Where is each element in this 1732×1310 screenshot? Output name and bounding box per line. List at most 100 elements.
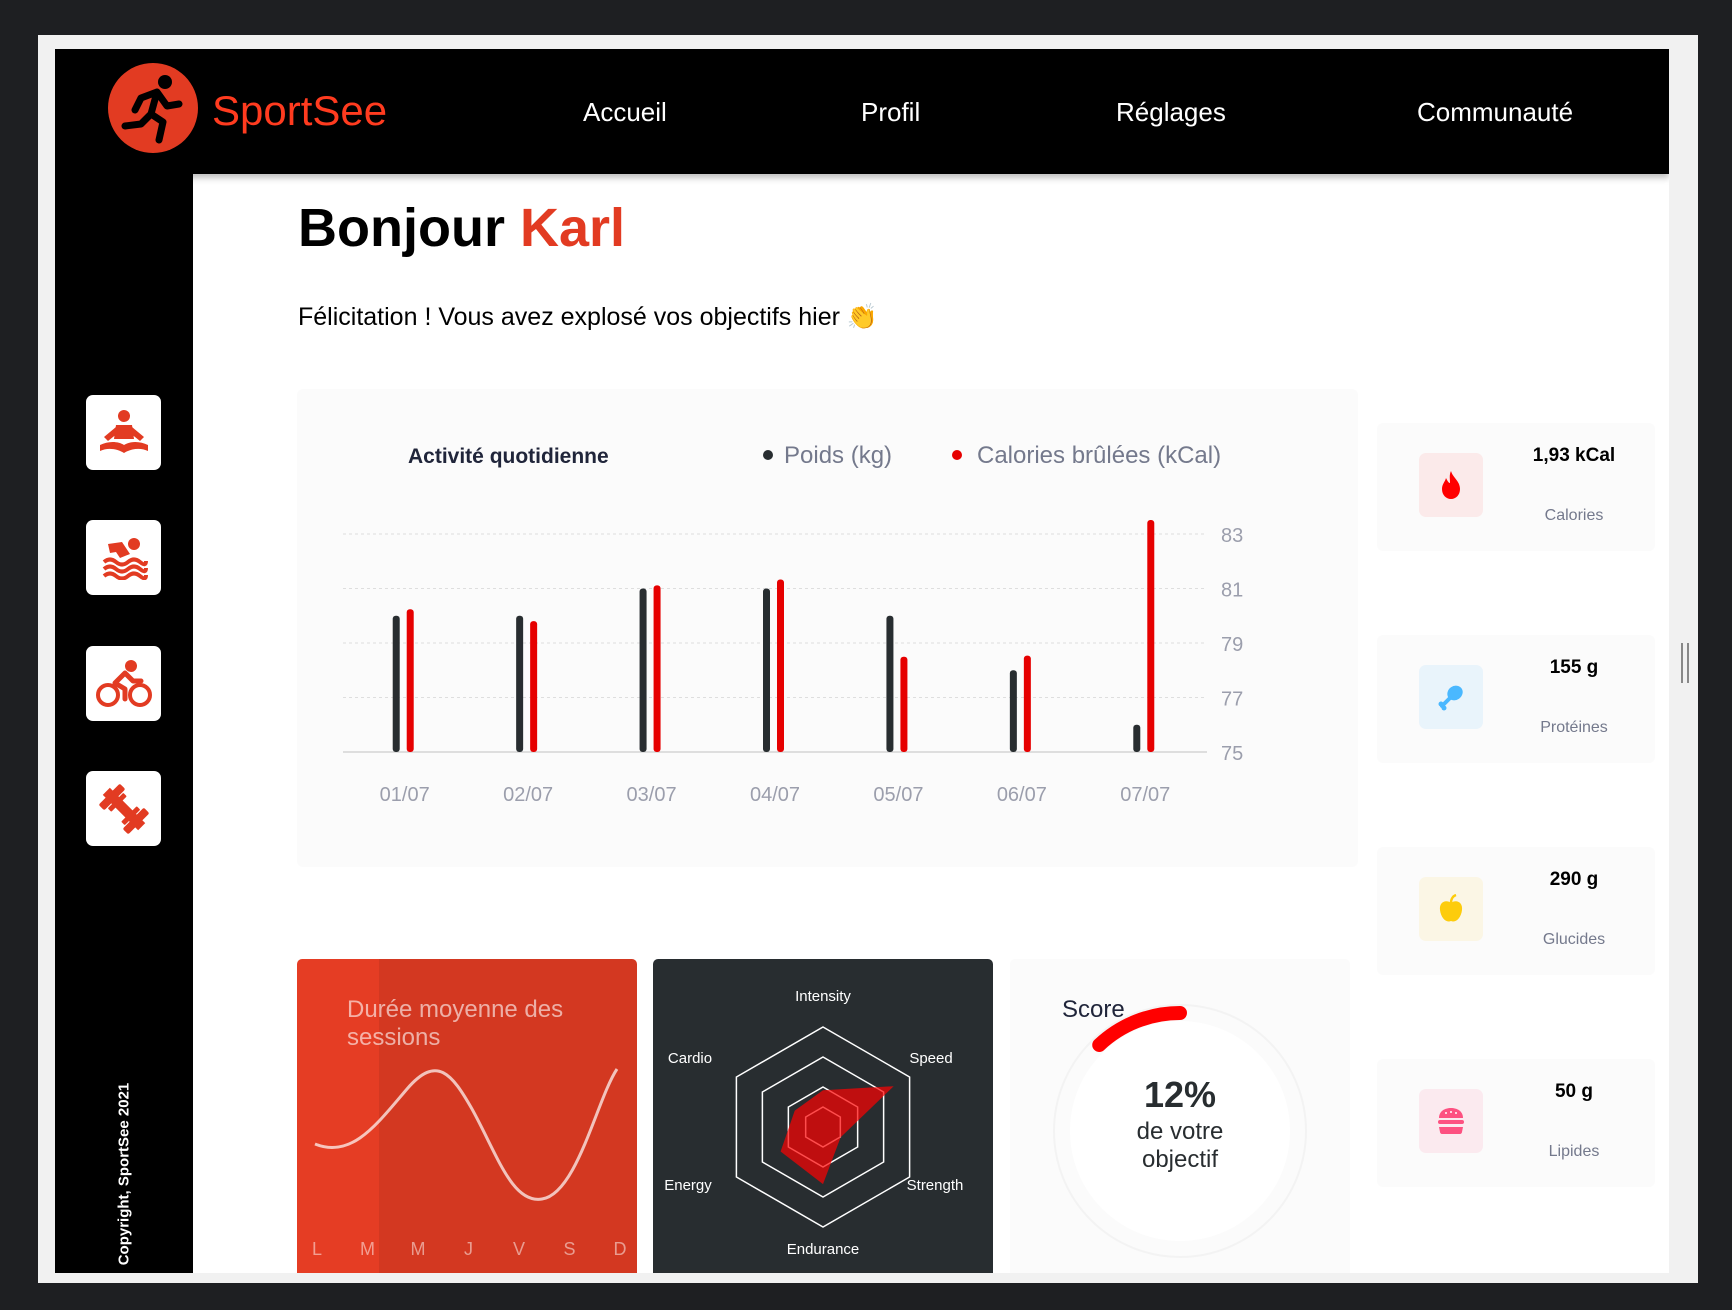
score-caption-line2: objectif (1142, 1146, 1218, 1173)
weight-bar (516, 615, 524, 752)
x-tick-label: 02/07 (503, 784, 553, 806)
sessions-title-line: sessions (347, 1024, 440, 1051)
calories-icon-box (1419, 453, 1483, 517)
radar-axis-label: Strength (907, 1177, 964, 1194)
radar-axis-label: Energy (664, 1177, 712, 1194)
radar-axis-label: Intensity (795, 988, 851, 1005)
sessions-title-line: Durée moyenne des (347, 996, 563, 1023)
lipids-icon-box (1419, 1089, 1483, 1153)
proteins-icon-box (1419, 665, 1483, 729)
day-label: S (563, 1239, 575, 1259)
performance-radar-svg: Intensity Speed Strength Endurance Energy Car… (664, 988, 964, 1258)
day-label: D (614, 1239, 627, 1259)
y-tick-label: 75 (1221, 743, 1243, 765)
apple-icon (1439, 894, 1463, 922)
nav-profil[interactable]: Profil (861, 97, 920, 128)
congratulation-message: Félicitation ! Vous avez explosé vos obj… (298, 303, 879, 331)
calories-bar (530, 621, 538, 752)
nav-accueil[interactable]: Accueil (583, 97, 667, 128)
legend-weight-label: Poids (kg) (784, 442, 892, 469)
weight-bar (886, 615, 894, 752)
calories-bar (1023, 655, 1031, 752)
proteins-value: 155 g (1549, 657, 1599, 678)
weight-bar (392, 615, 400, 752)
calories-label: Calories (1544, 507, 1604, 524)
window-resize-handle[interactable] (1681, 643, 1689, 683)
page-title: Bonjour Karl (298, 197, 625, 259)
score-caption-line1: de votre (1137, 1118, 1224, 1145)
copyright-text: Copyright, SportSee 2021 (115, 1082, 133, 1266)
proteins-card: 155 g Protéines (1377, 635, 1655, 763)
dumbbell-icon (98, 783, 149, 834)
legend-weight-dot (763, 450, 773, 460)
carbs-label: Glucides (1542, 931, 1606, 948)
burger-icon (1438, 1108, 1464, 1134)
y-tick-label: 79 (1221, 634, 1243, 656)
sportsee-logo-icon[interactable] (107, 62, 199, 154)
x-tick-label: 03/07 (627, 784, 677, 806)
score-chart: Score 12% de votre objectif (1010, 959, 1350, 1273)
y-tick-label: 77 (1221, 689, 1243, 711)
calories-card: 1,93 kCal Calories (1377, 423, 1655, 551)
lipids-value: 50 g (1554, 1081, 1594, 1102)
calories-bar (1147, 519, 1155, 752)
radar-axis-label: Cardio (668, 1050, 712, 1067)
calories-bar (900, 656, 908, 752)
x-tick-label: 05/07 (873, 784, 923, 806)
nav-communaute[interactable]: Communauté (1417, 97, 1573, 128)
x-tick-label: 01/07 (380, 784, 430, 806)
average-sessions-chart: Durée moyenne des sessions L M M J V S D (297, 959, 637, 1273)
nav-reglages[interactable]: Réglages (1116, 97, 1226, 128)
score-value: 12% (1144, 1074, 1216, 1115)
daily-activity-svg: Activité quotidienne Poids (kg) Calories b… (343, 442, 1243, 806)
cycling-button[interactable] (86, 646, 161, 721)
x-tick-label: 07/07 (1120, 784, 1170, 806)
top-navigation-bar: SportSee Accueil Profil Réglages Communa… (55, 49, 1669, 174)
dashboard-main: Bonjour Karl Félicitation ! Vous avez ex… (193, 174, 1669, 1273)
meditation-button[interactable] (86, 395, 161, 470)
legend-calories-dot (952, 450, 962, 460)
flame-icon (1442, 471, 1460, 499)
proteins-label: Protéines (1540, 719, 1608, 736)
carbs-icon-box (1419, 877, 1483, 941)
brand-name[interactable]: SportSee (212, 87, 387, 135)
calories-value: 1,93 kCal (1532, 445, 1616, 466)
day-label: L (312, 1239, 322, 1259)
weight-bar (639, 588, 647, 752)
lipids-label: Lipides (1548, 1143, 1600, 1160)
x-tick-label: 04/07 (750, 784, 800, 806)
y-tick-label: 83 (1221, 525, 1243, 547)
average-sessions-svg: Durée moyenne des sessions L M M J V S D (312, 959, 637, 1273)
daily-activity-chart: Activité quotidienne Poids (kg) Calories b… (297, 389, 1358, 867)
day-label: J (464, 1239, 473, 1259)
score-svg: Score 12% de votreobjectif (1053, 996, 1307, 1258)
performance-radar-chart: Intensity Speed Strength Endurance Energy Car… (653, 959, 993, 1273)
weight-bar (1009, 670, 1017, 752)
cycling-icon (95, 659, 152, 707)
calories-bar (406, 609, 414, 752)
y-tick-label: 81 (1221, 580, 1243, 602)
weight-bar (763, 588, 770, 752)
calories-bar (653, 585, 661, 752)
swimming-icon (102, 537, 148, 580)
vertical-sidebar: Copyright, SportSee 2021 (55, 174, 193, 1273)
swimming-button[interactable] (86, 520, 161, 595)
radar-axis-label: Endurance (787, 1241, 860, 1258)
carbs-card: 290 g Glucides (1377, 847, 1655, 975)
x-tick-label: 06/07 (997, 784, 1047, 806)
app-window: SportSee Accueil Profil Réglages Communa… (55, 49, 1669, 1273)
day-label: M (360, 1239, 375, 1259)
activity-title: Activité quotidienne (408, 445, 609, 468)
chicken-icon (1438, 685, 1463, 711)
day-label: M (411, 1239, 426, 1259)
legend-calories-label: Calories brûlées (kCal) (977, 442, 1221, 469)
weightlifting-button[interactable] (86, 771, 161, 846)
weight-bar (1133, 724, 1141, 752)
radar-axis-label: Speed (909, 1050, 952, 1067)
score-title: Score (1062, 996, 1125, 1023)
user-first-name: Karl (519, 198, 626, 258)
day-label: V (513, 1239, 525, 1259)
greeting-hello: Bonjour (298, 198, 505, 258)
carbs-value: 290 g (1549, 869, 1599, 890)
meditation-icon (99, 409, 148, 453)
